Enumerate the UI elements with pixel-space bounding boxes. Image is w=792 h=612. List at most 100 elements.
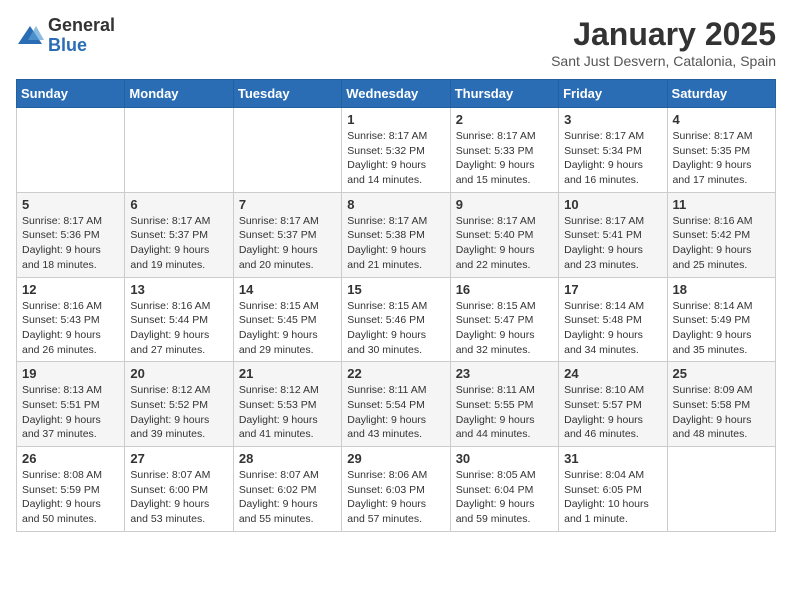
day-info: Sunrise: 8:17 AM Sunset: 5:33 PM Dayligh…	[456, 129, 553, 188]
day-info: Sunrise: 8:14 AM Sunset: 5:48 PM Dayligh…	[564, 299, 661, 358]
day-number: 6	[130, 197, 227, 212]
day-number: 14	[239, 282, 336, 297]
day-info: Sunrise: 8:05 AM Sunset: 6:04 PM Dayligh…	[456, 468, 553, 527]
day-info: Sunrise: 8:12 AM Sunset: 5:52 PM Dayligh…	[130, 383, 227, 442]
day-info: Sunrise: 8:17 AM Sunset: 5:37 PM Dayligh…	[130, 214, 227, 273]
day-info: Sunrise: 8:17 AM Sunset: 5:40 PM Dayligh…	[456, 214, 553, 273]
day-info: Sunrise: 8:17 AM Sunset: 5:36 PM Dayligh…	[22, 214, 119, 273]
calendar-cell: 7 Sunrise: 8:17 AM Sunset: 5:37 PM Daylig…	[233, 192, 341, 277]
weekday-header-row: SundayMondayTuesdayWednesdayThursdayFrid…	[17, 80, 776, 108]
day-info: Sunrise: 8:17 AM Sunset: 5:35 PM Dayligh…	[673, 129, 770, 188]
day-number: 17	[564, 282, 661, 297]
day-info: Sunrise: 8:17 AM Sunset: 5:41 PM Dayligh…	[564, 214, 661, 273]
weekday-thursday: Thursday	[450, 80, 558, 108]
day-number: 13	[130, 282, 227, 297]
day-number: 7	[239, 197, 336, 212]
calendar-cell	[17, 108, 125, 193]
calendar-cell: 28Sunrise: 8:07 AM Sunset: 6:02 PM Dayli…	[233, 447, 341, 532]
day-number: 26	[22, 451, 119, 466]
calendar-cell: 2 Sunrise: 8:17 AM Sunset: 5:33 PM Daylig…	[450, 108, 558, 193]
logo-general-text: General	[48, 15, 115, 35]
day-number: 20	[130, 366, 227, 381]
day-number: 15	[347, 282, 444, 297]
title-block: January 2025 Sant Just Desvern, Cataloni…	[551, 16, 776, 69]
day-number: 29	[347, 451, 444, 466]
calendar-cell: 11Sunrise: 8:16 AM Sunset: 5:42 PM Dayli…	[667, 192, 775, 277]
location-text: Sant Just Desvern, Catalonia, Spain	[551, 53, 776, 69]
day-info: Sunrise: 8:11 AM Sunset: 5:55 PM Dayligh…	[456, 383, 553, 442]
day-number: 18	[673, 282, 770, 297]
calendar-cell: 26 Sunrise: 8:08 AM Sunset: 5:59 PM Dayli…	[17, 447, 125, 532]
calendar-cell: 8Sunrise: 8:17 AM Sunset: 5:38 PM Daylig…	[342, 192, 450, 277]
calendar-cell: 27 Sunrise: 8:07 AM Sunset: 6:00 PM Dayli…	[125, 447, 233, 532]
calendar-cell: 25 Sunrise: 8:09 AM Sunset: 5:58 PM Dayli…	[667, 362, 775, 447]
day-number: 1	[347, 112, 444, 127]
day-number: 8	[347, 197, 444, 212]
day-number: 16	[456, 282, 553, 297]
day-info: Sunrise: 8:14 AM Sunset: 5:49 PM Dayligh…	[673, 299, 770, 358]
calendar-cell	[125, 108, 233, 193]
calendar-week-1: 1 Sunrise: 8:17 AM Sunset: 5:32 PM Daylig…	[17, 108, 776, 193]
calendar-cell: 29Sunrise: 8:06 AM Sunset: 6:03 PM Dayli…	[342, 447, 450, 532]
calendar-cell: 23 Sunrise: 8:11 AM Sunset: 5:55 PM Dayli…	[450, 362, 558, 447]
calendar-cell: 3Sunrise: 8:17 AM Sunset: 5:34 PM Daylig…	[559, 108, 667, 193]
calendar-table: SundayMondayTuesdayWednesdayThursdayFrid…	[16, 79, 776, 532]
day-info: Sunrise: 8:04 AM Sunset: 6:05 PM Dayligh…	[564, 468, 661, 527]
logo: General Blue	[16, 16, 115, 56]
calendar-cell: 13Sunrise: 8:16 AM Sunset: 5:44 PM Dayli…	[125, 277, 233, 362]
day-info: Sunrise: 8:17 AM Sunset: 5:37 PM Dayligh…	[239, 214, 336, 273]
day-info: Sunrise: 8:15 AM Sunset: 5:45 PM Dayligh…	[239, 299, 336, 358]
logo-icon	[16, 22, 44, 50]
day-number: 30	[456, 451, 553, 466]
day-number: 11	[673, 197, 770, 212]
day-number: 21	[239, 366, 336, 381]
calendar-cell: 15 Sunrise: 8:15 AM Sunset: 5:46 PM Dayli…	[342, 277, 450, 362]
calendar-cell: 30 Sunrise: 8:05 AM Sunset: 6:04 PM Dayli…	[450, 447, 558, 532]
calendar-cell: 10 Sunrise: 8:17 AM Sunset: 5:41 PM Dayli…	[559, 192, 667, 277]
page-header: General Blue January 2025 Sant Just Desv…	[16, 16, 776, 69]
calendar-cell: 9Sunrise: 8:17 AM Sunset: 5:40 PM Daylig…	[450, 192, 558, 277]
day-number: 25	[673, 366, 770, 381]
day-number: 27	[130, 451, 227, 466]
calendar-cell: 20 Sunrise: 8:12 AM Sunset: 5:52 PM Dayli…	[125, 362, 233, 447]
calendar-week-5: 26 Sunrise: 8:08 AM Sunset: 5:59 PM Dayli…	[17, 447, 776, 532]
day-info: Sunrise: 8:13 AM Sunset: 5:51 PM Dayligh…	[22, 383, 119, 442]
day-info: Sunrise: 8:15 AM Sunset: 5:47 PM Dayligh…	[456, 299, 553, 358]
weekday-tuesday: Tuesday	[233, 80, 341, 108]
day-number: 12	[22, 282, 119, 297]
calendar-cell: 16 Sunrise: 8:15 AM Sunset: 5:47 PM Dayli…	[450, 277, 558, 362]
calendar-cell: 24Sunrise: 8:10 AM Sunset: 5:57 PM Dayli…	[559, 362, 667, 447]
day-number: 3	[564, 112, 661, 127]
day-number: 10	[564, 197, 661, 212]
day-info: Sunrise: 8:10 AM Sunset: 5:57 PM Dayligh…	[564, 383, 661, 442]
calendar-cell: 18 Sunrise: 8:14 AM Sunset: 5:49 PM Dayli…	[667, 277, 775, 362]
day-info: Sunrise: 8:15 AM Sunset: 5:46 PM Dayligh…	[347, 299, 444, 358]
calendar-cell: 4 Sunrise: 8:17 AM Sunset: 5:35 PM Daylig…	[667, 108, 775, 193]
calendar-cell: 12Sunrise: 8:16 AM Sunset: 5:43 PM Dayli…	[17, 277, 125, 362]
day-number: 2	[456, 112, 553, 127]
calendar-cell: 19Sunrise: 8:13 AM Sunset: 5:51 PM Dayli…	[17, 362, 125, 447]
weekday-saturday: Saturday	[667, 80, 775, 108]
logo-blue-text: Blue	[48, 35, 87, 55]
day-info: Sunrise: 8:09 AM Sunset: 5:58 PM Dayligh…	[673, 383, 770, 442]
day-number: 22	[347, 366, 444, 381]
day-number: 23	[456, 366, 553, 381]
day-number: 4	[673, 112, 770, 127]
day-info: Sunrise: 8:08 AM Sunset: 5:59 PM Dayligh…	[22, 468, 119, 527]
calendar-cell: 6 Sunrise: 8:17 AM Sunset: 5:37 PM Daylig…	[125, 192, 233, 277]
day-info: Sunrise: 8:12 AM Sunset: 5:53 PM Dayligh…	[239, 383, 336, 442]
calendar-cell: 1 Sunrise: 8:17 AM Sunset: 5:32 PM Daylig…	[342, 108, 450, 193]
calendar-cell: 14 Sunrise: 8:15 AM Sunset: 5:45 PM Dayli…	[233, 277, 341, 362]
day-number: 5	[22, 197, 119, 212]
day-info: Sunrise: 8:07 AM Sunset: 6:02 PM Dayligh…	[239, 468, 336, 527]
calendar-week-2: 5 Sunrise: 8:17 AM Sunset: 5:36 PM Daylig…	[17, 192, 776, 277]
calendar-cell	[667, 447, 775, 532]
calendar-cell: 21 Sunrise: 8:12 AM Sunset: 5:53 PM Dayli…	[233, 362, 341, 447]
weekday-wednesday: Wednesday	[342, 80, 450, 108]
calendar-cell: 5 Sunrise: 8:17 AM Sunset: 5:36 PM Daylig…	[17, 192, 125, 277]
weekday-sunday: Sunday	[17, 80, 125, 108]
day-info: Sunrise: 8:07 AM Sunset: 6:00 PM Dayligh…	[130, 468, 227, 527]
calendar-cell	[233, 108, 341, 193]
month-title: January 2025	[551, 16, 776, 53]
day-info: Sunrise: 8:17 AM Sunset: 5:32 PM Dayligh…	[347, 129, 444, 188]
